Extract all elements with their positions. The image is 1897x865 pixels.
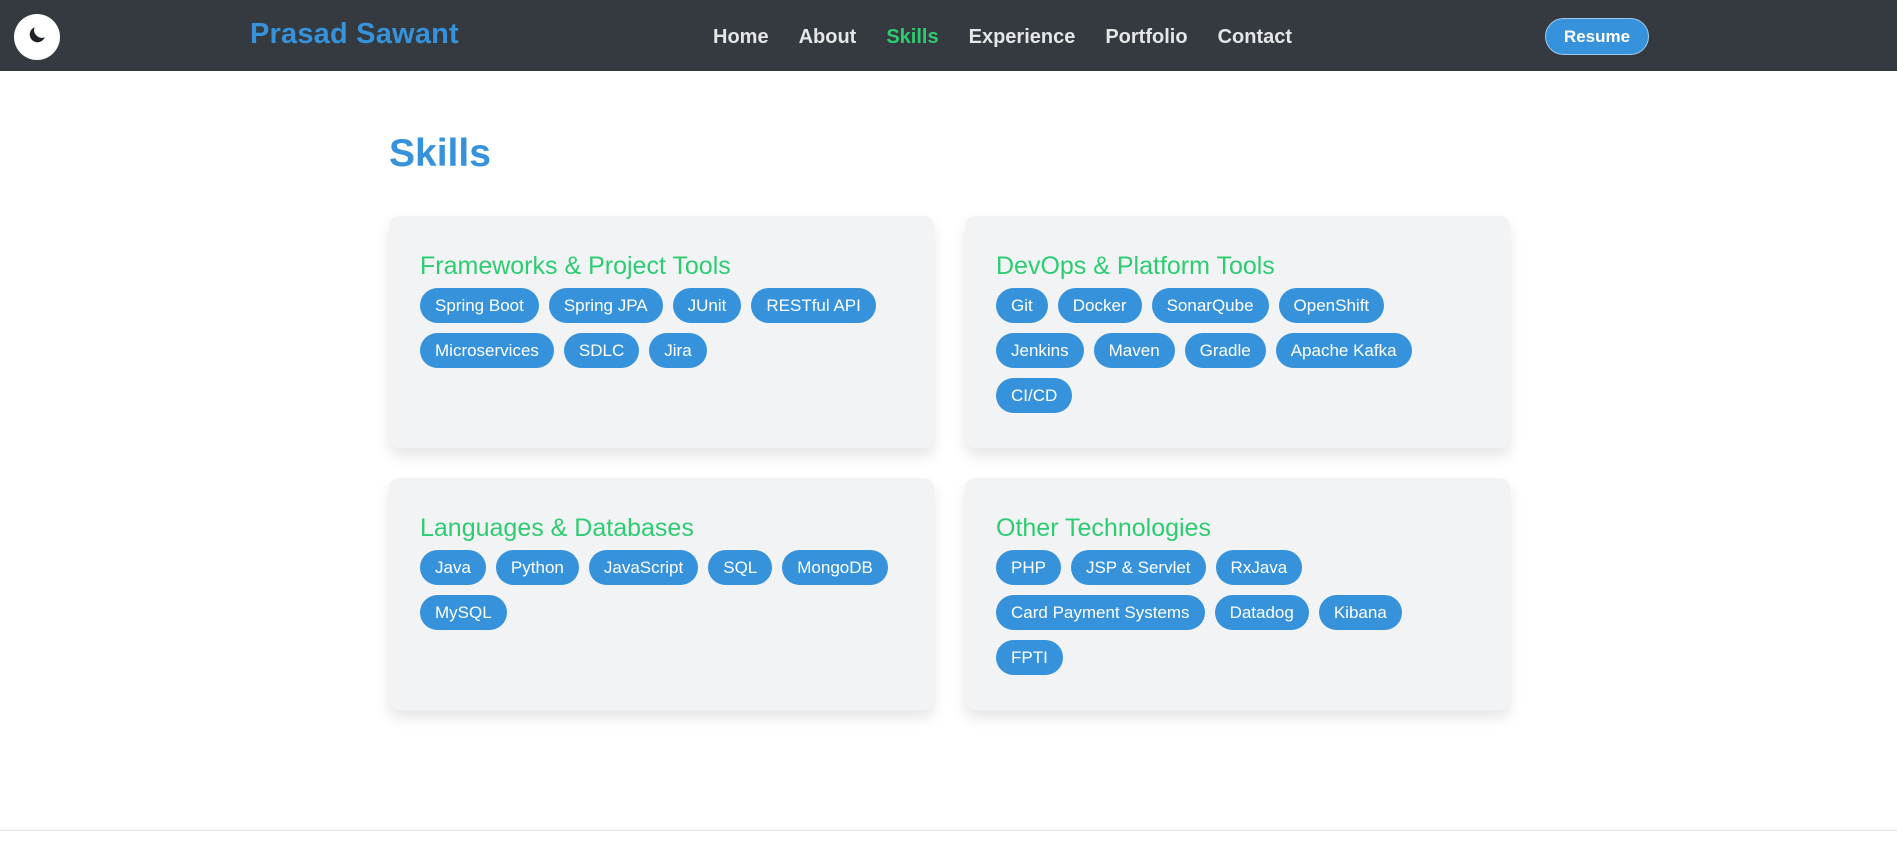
skill-tag: JSP & Servlet — [1070, 550, 1206, 585]
skill-tag: PHP — [996, 550, 1061, 585]
nav-link-experience[interactable]: Experience — [969, 24, 1076, 50]
skill-tag: Gradle — [1184, 333, 1266, 368]
skill-tag: Spring JPA — [548, 288, 663, 323]
skill-card-other: Other Technologies PHP JSP & Servlet RxJ… — [965, 478, 1510, 710]
brand-name[interactable]: Prasad Sawant — [250, 18, 459, 51]
skill-tag: FPTI — [996, 640, 1063, 675]
skill-tag: Microservices — [420, 333, 554, 368]
tag-list: Git Docker SonarQube OpenShift Jenkins M… — [996, 288, 1466, 413]
skill-tag: Jenkins — [996, 333, 1084, 368]
skill-tag: RESTful API — [751, 288, 876, 323]
skill-tag: Docker — [1057, 288, 1142, 323]
skill-tag: SonarQube — [1151, 288, 1269, 323]
tag-list: PHP JSP & Servlet RxJava Card Payment Sy… — [996, 550, 1466, 675]
skill-tag: OpenShift — [1278, 288, 1385, 323]
tag-list: Spring Boot Spring JPA JUnit RESTful API… — [420, 288, 890, 368]
nav-link-home[interactable]: Home — [713, 24, 769, 50]
skill-card-languages: Languages & Databases Java Python JavaSc… — [389, 478, 934, 710]
card-title: Languages & Databases — [420, 514, 694, 542]
card-title: Other Technologies — [996, 514, 1211, 542]
section-divider — [0, 830, 1897, 831]
section-title: Skills — [389, 132, 491, 175]
skill-tag: Maven — [1093, 333, 1175, 368]
skill-tag: Apache Kafka — [1275, 333, 1412, 368]
skill-tag: Card Payment Systems — [996, 595, 1205, 630]
theme-toggle-button[interactable] — [14, 14, 60, 60]
skill-tag: Kibana — [1318, 595, 1402, 630]
nav-link-contact[interactable]: Contact — [1218, 24, 1292, 50]
skill-tag: Python — [495, 550, 579, 585]
tag-list: Java Python JavaScript SQL MongoDB MySQL — [420, 550, 890, 630]
skill-card-devops: DevOps & Platform Tools Git Docker Sonar… — [965, 216, 1510, 448]
card-title: Frameworks & Project Tools — [420, 252, 731, 280]
nav-link-skills[interactable]: Skills — [886, 24, 938, 50]
skill-tag: MySQL — [420, 595, 507, 630]
skill-tag: CI/CD — [996, 378, 1073, 413]
top-navbar: Prasad Sawant Home About Skills Experien… — [0, 0, 1897, 71]
nav-link-about[interactable]: About — [799, 24, 857, 50]
card-title: DevOps & Platform Tools — [996, 252, 1275, 280]
skill-card-frameworks: Frameworks & Project Tools Spring Boot S… — [389, 216, 934, 448]
skill-tag: JUnit — [672, 288, 742, 323]
skill-tag: Datadog — [1214, 595, 1309, 630]
skill-tag: SDLC — [563, 333, 640, 368]
resume-button[interactable]: Resume — [1545, 18, 1649, 55]
skill-tag: MongoDB — [782, 550, 888, 585]
skill-tag: JavaScript — [588, 550, 699, 585]
nav-links: Home About Skills Experience Portfolio C… — [713, 24, 1322, 50]
skill-tag: RxJava — [1215, 550, 1303, 585]
skill-tag: Git — [996, 288, 1048, 323]
skill-tag: Java — [420, 550, 486, 585]
nav-link-portfolio[interactable]: Portfolio — [1105, 24, 1187, 50]
skill-tag: Jira — [649, 333, 707, 368]
moon-icon — [26, 24, 48, 51]
skill-tag: Spring Boot — [420, 288, 539, 323]
skill-tag: SQL — [708, 550, 773, 585]
